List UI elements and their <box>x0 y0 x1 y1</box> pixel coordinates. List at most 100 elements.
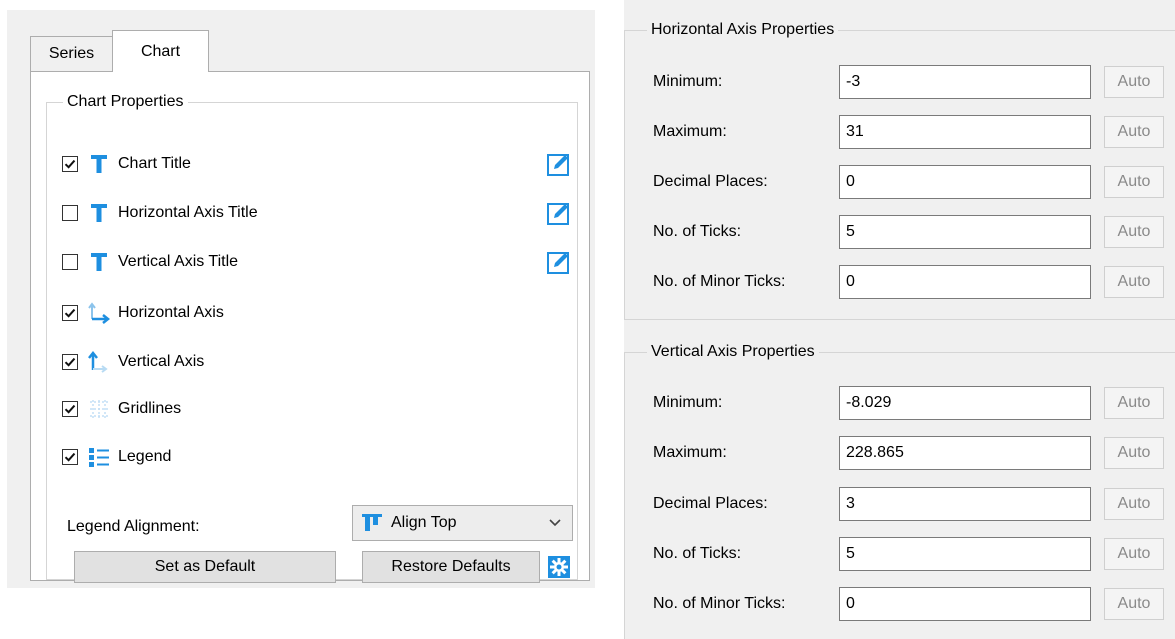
vertical-axis-properties-group: Vertical Axis Properties Minimum: Auto M… <box>624 341 1175 639</box>
tab-series-label: Series <box>48 45 95 62</box>
horizontal-axis-title-label: Horizontal Axis Title <box>118 204 258 221</box>
edit-horizontal-axis-title-button[interactable] <box>547 201 571 225</box>
v-ticks-input[interactable] <box>839 537 1091 571</box>
horizontal-axis-title-row: Horizontal Axis Title <box>62 200 258 226</box>
title-t-icon <box>88 201 110 225</box>
horizontal-axis-icon <box>88 301 110 325</box>
h-decimal-places-row: Decimal Places: Auto <box>625 165 1175 199</box>
h-minimum-label: Minimum: <box>653 73 723 90</box>
v-ticks-row: No. of Ticks: Auto <box>625 537 1175 571</box>
set-as-default-button[interactable]: Set as Default <box>74 551 336 583</box>
legend-alignment-select[interactable]: Align Top <box>352 505 573 541</box>
vertical-axis-title-row: Vertical Axis Title <box>62 249 238 275</box>
h-ticks-row: No. of Ticks: Auto <box>625 215 1175 249</box>
chart-options-panel: Series Chart Chart Properties Chart Titl… <box>7 10 595 588</box>
h-ticks-label: No. of Ticks: <box>653 223 742 240</box>
edit-icon <box>547 154 569 176</box>
legend-label: Legend <box>118 448 172 465</box>
v-decimal-places-auto-button[interactable]: Auto <box>1104 488 1164 520</box>
v-maximum-auto-button[interactable]: Auto <box>1104 437 1164 469</box>
horizontal-axis-checkbox[interactable] <box>62 305 78 321</box>
gridlines-row: Gridlines <box>62 396 181 422</box>
v-minor-ticks-auto-button[interactable]: Auto <box>1104 588 1164 620</box>
h-maximum-input[interactable] <box>839 115 1091 149</box>
h-minimum-row: Minimum: Auto <box>625 65 1175 99</box>
h-minor-ticks-input[interactable] <box>839 265 1091 299</box>
chart-title-checkbox[interactable] <box>62 156 78 172</box>
v-decimal-places-input[interactable] <box>839 487 1091 521</box>
legend-icon <box>88 445 110 469</box>
h-maximum-row: Maximum: Auto <box>625 115 1175 149</box>
vertical-axis-checkbox[interactable] <box>62 354 78 370</box>
checkmark-icon <box>64 404 76 414</box>
horizontal-axis-title-checkbox[interactable] <box>62 205 78 221</box>
edit-vertical-axis-title-button[interactable] <box>547 250 571 274</box>
v-minor-ticks-label: No. of Minor Ticks: <box>653 595 786 612</box>
v-minimum-label: Minimum: <box>653 394 723 411</box>
vertical-axis-title-label: Vertical Axis Title <box>118 253 239 270</box>
v-ticks-auto-button[interactable]: Auto <box>1104 538 1164 570</box>
legend-alignment-value: Align Top <box>391 514 457 531</box>
chart-properties-title: Chart Properties <box>63 92 188 112</box>
h-decimal-places-label: Decimal Places: <box>653 173 768 190</box>
h-minimum-auto-button[interactable]: Auto <box>1104 66 1164 98</box>
v-minor-ticks-row: No. of Minor Ticks: Auto <box>625 587 1175 621</box>
horizontal-axis-row: Horizontal Axis <box>62 300 224 326</box>
h-minimum-input[interactable] <box>839 65 1091 99</box>
tab-chart[interactable]: Chart <box>112 30 209 72</box>
set-as-default-label: Set as Default <box>154 558 256 575</box>
legend-row: Legend <box>62 444 171 470</box>
vertical-axis-properties-title: Vertical Axis Properties <box>647 341 819 363</box>
horizontal-axis-label: Horizontal Axis <box>118 304 224 321</box>
legend-alignment-label: Legend Alignment: <box>67 518 200 535</box>
h-decimal-places-auto-button[interactable]: Auto <box>1104 166 1164 198</box>
title-t-icon <box>88 250 110 274</box>
chart-title-label: Chart Title <box>118 155 191 172</box>
settings-button[interactable] <box>547 555 571 579</box>
edit-chart-title-button[interactable] <box>547 152 571 176</box>
h-ticks-auto-button[interactable]: Auto <box>1104 216 1164 248</box>
chart-properties-group: Chart Properties Chart Title Horizontal … <box>46 92 578 583</box>
h-minor-ticks-label: No. of Minor Ticks: <box>653 273 786 290</box>
h-decimal-places-input[interactable] <box>839 165 1091 199</box>
vertical-axis-label: Vertical Axis <box>118 353 205 370</box>
gridlines-checkbox[interactable] <box>62 401 78 417</box>
v-minimum-auto-button[interactable]: Auto <box>1104 387 1164 419</box>
h-ticks-input[interactable] <box>839 215 1091 249</box>
h-maximum-auto-button[interactable]: Auto <box>1104 116 1164 148</box>
v-maximum-input[interactable] <box>839 436 1091 470</box>
vertical-axis-row: Vertical Axis <box>62 349 204 375</box>
edit-icon <box>547 203 569 225</box>
checkmark-icon <box>64 159 76 169</box>
checkmark-icon <box>64 357 76 367</box>
title-t-icon <box>88 152 110 176</box>
checkmark-icon <box>64 308 76 318</box>
edit-icon <box>547 252 569 274</box>
gridlines-icon <box>88 397 110 421</box>
restore-defaults-button[interactable]: Restore Defaults <box>362 551 540 583</box>
h-minor-ticks-auto-button[interactable]: Auto <box>1104 266 1164 298</box>
vertical-axis-icon <box>88 350 110 374</box>
horizontal-axis-properties-title: Horizontal Axis Properties <box>647 19 839 41</box>
tab-chart-label: Chart <box>140 42 181 60</box>
axis-properties-panel: Horizontal Axis Properties Minimum: Auto… <box>624 0 1175 639</box>
h-minor-ticks-row: No. of Minor Ticks: Auto <box>625 265 1175 299</box>
h-maximum-label: Maximum: <box>653 123 727 140</box>
v-maximum-label: Maximum: <box>653 444 727 461</box>
restore-defaults-label: Restore Defaults <box>391 558 511 575</box>
gridlines-label: Gridlines <box>118 400 182 417</box>
chart-tab-pane: Chart Properties Chart Title Horizontal … <box>30 71 590 583</box>
v-minor-ticks-input[interactable] <box>839 587 1091 621</box>
align-top-icon <box>361 511 383 535</box>
v-decimal-places-row: Decimal Places: Auto <box>625 487 1175 521</box>
v-minimum-input[interactable] <box>839 386 1091 420</box>
horizontal-axis-properties-group: Horizontal Axis Properties Minimum: Auto… <box>624 19 1175 320</box>
v-minimum-row: Minimum: Auto <box>625 386 1175 420</box>
chart-title-row: Chart Title <box>62 151 191 177</box>
tab-series[interactable]: Series <box>30 36 113 71</box>
vertical-axis-title-checkbox[interactable] <box>62 254 78 270</box>
v-maximum-row: Maximum: Auto <box>625 436 1175 470</box>
legend-checkbox[interactable] <box>62 449 78 465</box>
gear-icon <box>548 556 570 578</box>
checkmark-icon <box>64 452 76 462</box>
